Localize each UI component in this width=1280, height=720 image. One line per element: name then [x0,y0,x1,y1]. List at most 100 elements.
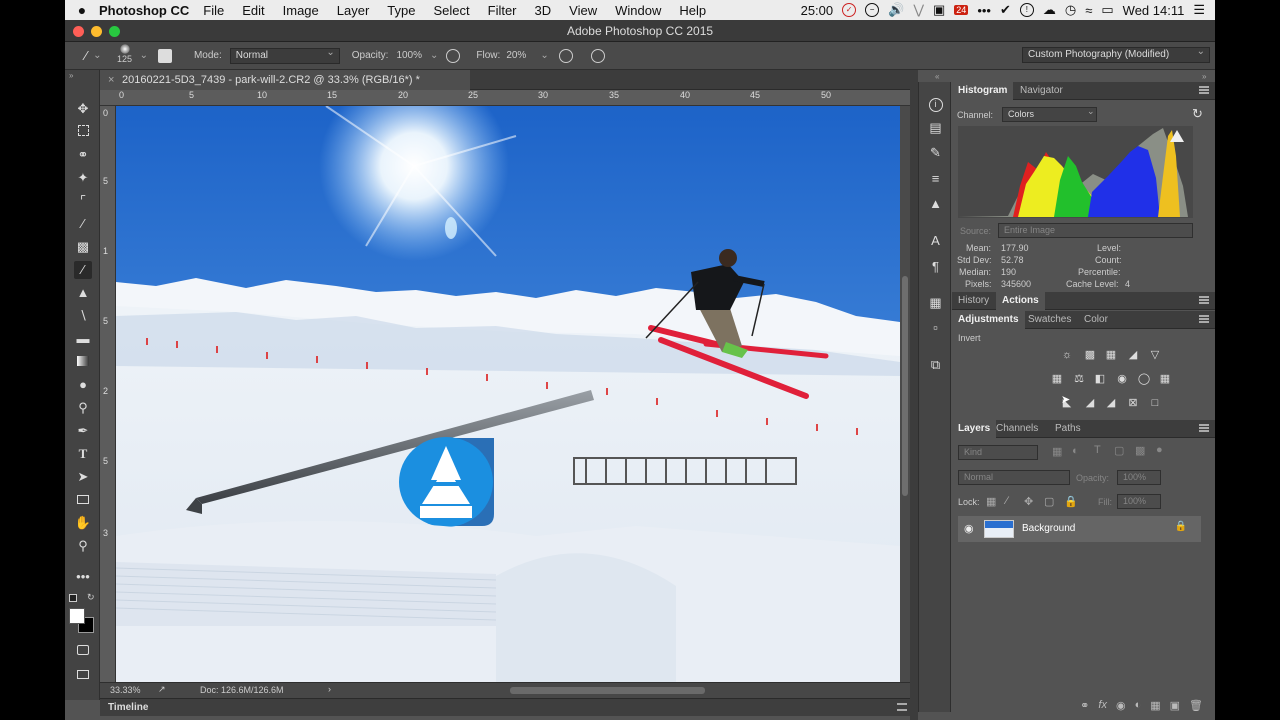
timeline-panel-tab[interactable]: Timeline [100,698,910,716]
minus-circle-icon[interactable]: − [865,3,880,17]
path-selection-tool-icon[interactable]: ➤ [74,468,92,486]
horizontal-scrollbar-thumb[interactable] [510,687,705,694]
selective-color-icon[interactable]: ⊠ [1126,397,1140,409]
libraries-panel-icon[interactable]: ▦ [927,294,944,311]
histogram-panel-menu-icon[interactable] [1199,86,1209,94]
lock-image-icon[interactable]: ∕ [1006,495,1008,507]
fill-field[interactable]: 100% [1117,494,1161,509]
quick-mask-icon[interactable] [74,642,92,660]
tab-actions[interactable]: Actions [996,292,1045,310]
layer-visibility-eye-icon[interactable]: ◉ [964,522,974,535]
volume-icon[interactable]: 🔊 [888,2,904,18]
paragraph-panel-icon[interactable]: ¶ [927,258,944,275]
brightness-contrast-icon[interactable]: ☼ [1060,349,1074,361]
refresh-histogram-icon[interactable]: ↻ [1192,106,1203,122]
channel-select[interactable]: Colors [1002,107,1097,122]
clone-stamp-tool-icon[interactable]: ▲ [74,284,92,302]
timeline-menu-icon[interactable] [897,703,907,711]
filter-shape-icon[interactable]: ▢ [1114,444,1124,457]
type-tool-icon[interactable]: T [74,445,92,463]
layer-blend-mode[interactable]: Normal [958,470,1070,485]
pen-tool-icon[interactable]: ✒ [74,422,92,440]
lock-all-icon[interactable]: 🔒 [1064,495,1078,508]
brush-presets-panel-icon[interactable]: ✎ [927,144,944,161]
delete-layer-icon[interactable]: 🗑 [1189,699,1203,712]
marquee-tool-icon[interactable] [74,123,92,141]
hue-saturation-icon[interactable]: ▦ [1050,373,1064,385]
zoom-readout[interactable]: 33.33% [110,685,141,695]
rectangle-tool-icon[interactable] [74,491,92,509]
crop-tool-icon[interactable]: ⌜ [74,192,92,210]
menu-view[interactable]: View [569,3,597,18]
blur-tool-icon[interactable]: ● [74,376,92,394]
bluetooth-icon[interactable]: ⋁ [913,2,924,18]
exposure-icon[interactable]: ◢ [1126,349,1140,361]
menu-file[interactable]: File [203,3,224,18]
document-canvas[interactable] [116,106,900,682]
tab-navigator[interactable]: Navigator [1014,82,1069,100]
eyedropper-tool-icon[interactable]: ∕ [74,215,92,233]
healing-brush-tool-icon[interactable]: ▩ [74,238,92,256]
lock-artboard-icon[interactable]: ▢ [1044,495,1054,508]
default-colors-icon[interactable] [69,594,77,602]
brush-tool-icon[interactable]: ∕ [74,261,92,279]
scrollbar-thumb[interactable] [902,276,908,496]
close-window-icon[interactable] [73,26,84,37]
opacity-value[interactable]: 100% [396,50,422,61]
filter-toggle-icon[interactable]: ● [1156,444,1163,456]
layer-row[interactable]: ◉ Background 🔒 [958,516,1201,542]
levels-icon[interactable]: ▩ [1083,349,1097,361]
cloud-icon[interactable]: ☁ [1043,2,1056,18]
add-mask-icon[interactable]: ◉ [1116,699,1126,712]
menu-help[interactable]: Help [679,3,706,18]
clock-icon[interactable]: ◷ [1065,2,1076,18]
brush-settings-panel-icon[interactable]: ≡ [927,170,944,187]
preset-dropdown-icon[interactable]: ⌄ [93,50,101,61]
filter-adjustment-icon[interactable]: ◐ [1072,445,1079,457]
horizontal-ruler[interactable]: 0 5 10 15 20 25 30 35 40 45 50 [100,90,910,106]
layer-style-fx-icon[interactable]: fx [1098,699,1107,711]
filter-pixel-icon[interactable]: ▦ [1052,445,1062,458]
swap-colors-icon[interactable]: ↻ [87,592,95,603]
lock-transparent-icon[interactable]: ▦ [986,495,996,508]
brush-panel-toggle-icon[interactable] [157,48,172,63]
adjustments-panel-menu-icon[interactable] [1199,315,1209,323]
character-panel-icon[interactable]: A [927,232,944,249]
layer-comps-panel-icon[interactable]: ⧉ [927,356,944,373]
export-icon[interactable]: ↗ [158,684,166,695]
flow-value[interactable]: 20% [506,50,526,61]
gradient-tool-icon[interactable] [74,353,92,371]
edit-toolbar-icon[interactable]: ••• [74,568,92,586]
dodge-tool-icon[interactable]: ⚲ [74,399,92,417]
zoom-tool-icon[interactable]: ⚲ [74,537,92,555]
doc-size[interactable]: Doc: 126.6M/126.6M [200,685,284,695]
tab-adjustments[interactable]: Adjustments [952,311,1025,329]
curves-icon[interactable]: ▦ [1104,349,1118,361]
eraser-tool-icon[interactable]: ▬ [74,330,92,348]
history-brush-tool-icon[interactable]: ∖ [74,307,92,325]
menu-edit[interactable]: Edit [242,3,264,18]
document-tab[interactable]: × 20160221-5D3_7439 - park-will-2.CR2 @ … [100,70,470,90]
tab-channels[interactable]: Channels [990,420,1044,438]
color-lookup-icon[interactable]: ▦ [1158,373,1172,385]
menu-window[interactable]: Window [615,3,661,18]
menu-3d[interactable]: 3D [535,3,552,18]
posterize-icon[interactable]: ◢ [1083,397,1097,409]
magic-wand-tool-icon[interactable]: ✦ [74,169,92,187]
check-circle-icon[interactable]: ✔ [1000,2,1011,18]
display-icon[interactable]: ▭ [1101,2,1113,18]
screen-mode-icon[interactable] [74,666,92,684]
properties-panel-icon[interactable]: ▤ [927,119,944,136]
flow-dropdown-icon[interactable]: ⌄ [540,50,548,61]
lasso-tool-icon[interactable]: ⚭ [74,146,92,164]
app-menu[interactable]: Photoshop CC [99,3,189,18]
history-panel-menu-icon[interactable] [1199,296,1209,304]
filter-type-icon[interactable]: T [1094,444,1101,456]
link-layers-icon[interactable]: ⚭ [1080,699,1089,712]
vibrance-icon[interactable]: ▽ [1148,349,1162,361]
channel-mixer-icon[interactable]: ◯ [1137,373,1151,385]
brush-tool-preset-icon[interactable]: ∕ [85,48,87,63]
layer-kind-filter[interactable]: Kind [958,445,1038,460]
tools-collapse-icon[interactable]: » [69,71,73,80]
info-circle-icon[interactable]: ! [1019,3,1034,17]
